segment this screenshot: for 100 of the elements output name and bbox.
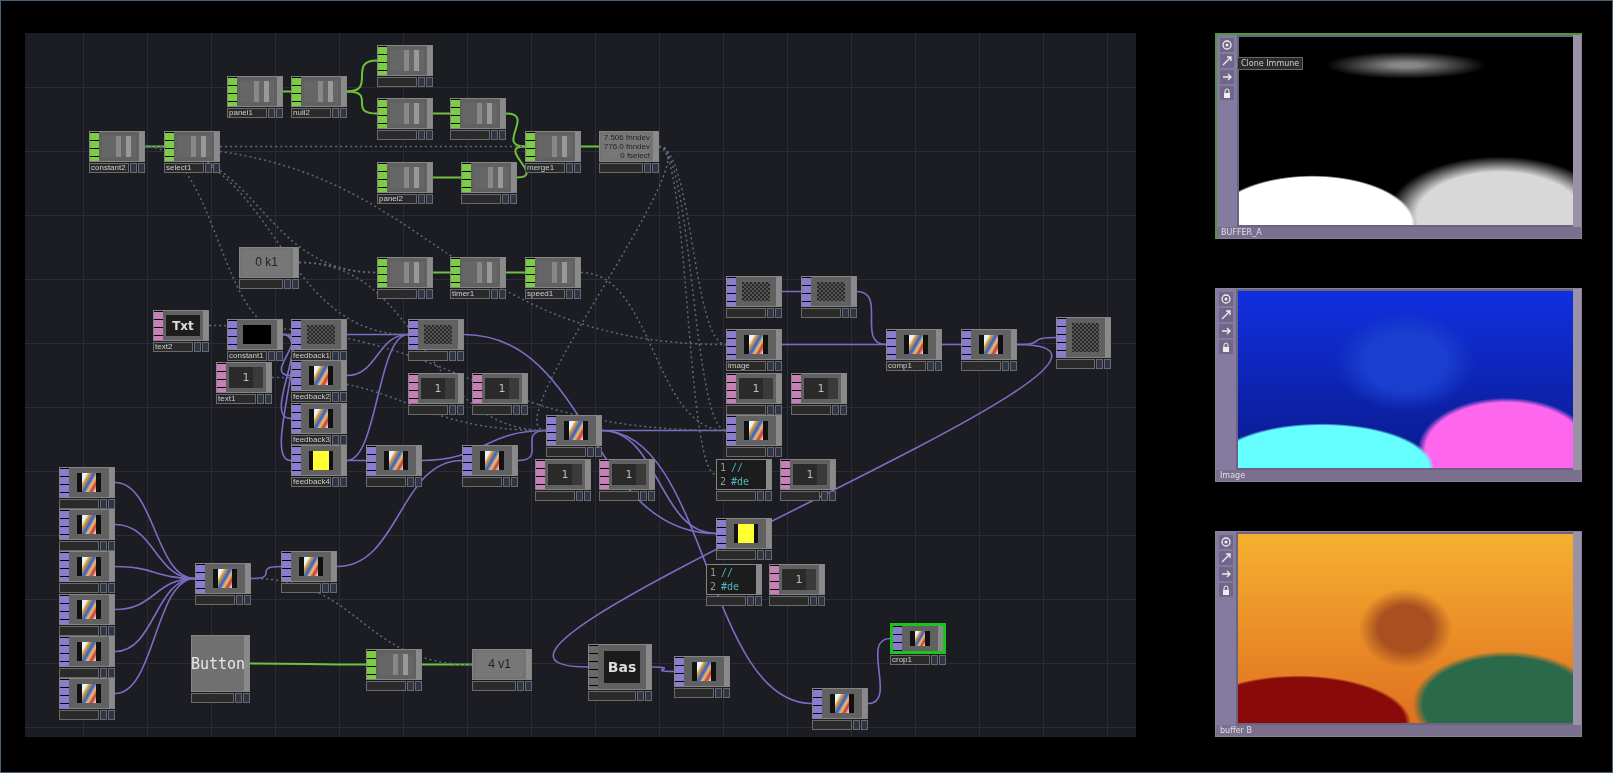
operator-node[interactable] [59, 636, 115, 667]
operator-node[interactable] [462, 445, 518, 476]
node-name-field[interactable] [461, 194, 501, 204]
operator-node[interactable] [377, 98, 433, 129]
node-name-field[interactable]: feedback4 [291, 477, 331, 487]
operator-node[interactable] [291, 445, 347, 476]
operator-node[interactable]: 1 // 2 #de [716, 459, 772, 490]
right-arrow-icon[interactable] [1219, 567, 1233, 581]
node-name-field[interactable] [377, 77, 417, 87]
node-name-field[interactable] [599, 163, 643, 173]
operator-node[interactable] [366, 445, 422, 476]
node-name-field[interactable] [191, 693, 234, 703]
node-name-field[interactable]: comp1 [886, 361, 926, 371]
operator-node[interactable]: 1 [408, 373, 464, 404]
node-name-field[interactable] [726, 308, 766, 318]
operator-node[interactable] [801, 276, 857, 307]
node-name-field[interactable]: constant2 [89, 163, 129, 173]
node-name-field[interactable] [706, 596, 746, 606]
operator-node[interactable]: 1 [535, 459, 591, 490]
operator-node[interactable] [886, 329, 942, 360]
operator-node[interactable] [59, 594, 115, 625]
operator-node[interactable] [59, 551, 115, 582]
operator-node[interactable] [1056, 317, 1111, 358]
operator-node[interactable] [291, 319, 347, 350]
operator-node[interactable] [726, 276, 782, 307]
node-name-field[interactable] [377, 130, 417, 140]
operator-node[interactable] [525, 131, 581, 162]
operator-node[interactable] [461, 162, 517, 193]
node-name-field[interactable] [599, 491, 639, 501]
operator-node[interactable] [726, 329, 782, 360]
operator-node[interactable] [726, 415, 782, 446]
node-name-field[interactable] [546, 447, 586, 457]
lock-icon[interactable] [1219, 340, 1233, 354]
node-name-field[interactable]: image [726, 361, 766, 371]
node-name-field[interactable] [377, 289, 417, 299]
operator-node[interactable] [812, 688, 868, 719]
node-name-field[interactable]: panel1 [227, 108, 267, 118]
node-name-field[interactable] [59, 499, 99, 509]
operator-node[interactable]: 1 // 2 #de [706, 564, 762, 595]
node-name-field[interactable] [239, 279, 283, 289]
node-name-field[interactable] [961, 361, 1001, 371]
node-name-field[interactable] [726, 447, 766, 457]
node-name-field[interactable] [780, 491, 820, 501]
node-name-field[interactable]: panel2 [377, 194, 417, 204]
operator-node[interactable]: 0 k1 [239, 247, 299, 278]
operator-node[interactable] [291, 403, 347, 434]
node-name-field[interactable] [462, 477, 502, 487]
operator-node[interactable]: 1 [791, 373, 847, 404]
operator-node[interactable] [89, 131, 145, 162]
node-name-field[interactable] [472, 681, 516, 691]
circle-icon[interactable] [1219, 292, 1233, 306]
node-name-field[interactable] [281, 583, 321, 593]
node-name-field[interactable] [472, 405, 512, 415]
node-name-field[interactable]: text2 [153, 342, 193, 352]
operator-node[interactable]: 1 [780, 459, 836, 490]
operator-node[interactable] [59, 678, 115, 709]
operator-node[interactable] [377, 162, 433, 193]
operator-node[interactable] [525, 257, 581, 288]
operator-node[interactable] [377, 257, 433, 288]
operator-node[interactable] [890, 623, 946, 654]
node-name-field[interactable] [1056, 359, 1095, 369]
node-name-field[interactable] [716, 491, 756, 501]
operator-node[interactable] [291, 360, 347, 391]
operator-node[interactable] [281, 551, 337, 582]
operator-node[interactable] [546, 415, 602, 446]
node-name-field[interactable] [366, 477, 406, 487]
node-name-field[interactable] [408, 405, 448, 415]
operator-node[interactable] [227, 76, 283, 107]
node-name-field[interactable]: speed1 [525, 289, 565, 299]
node-name-field[interactable] [59, 541, 99, 551]
operator-node[interactable] [450, 257, 506, 288]
lock-icon[interactable] [1220, 86, 1234, 100]
node-name-field[interactable] [59, 668, 99, 678]
operator-node[interactable] [450, 98, 506, 129]
node-name-field[interactable]: null2 [291, 108, 331, 118]
node-name-field[interactable] [535, 491, 575, 501]
diagonal-arrow-icon[interactable] [1219, 308, 1233, 322]
node-name-field[interactable] [195, 595, 235, 605]
operator-node[interactable]: 1 [599, 459, 655, 490]
operator-node[interactable]: 1 [472, 373, 528, 404]
circle-icon[interactable] [1220, 38, 1234, 52]
node-name-field[interactable]: text1 [216, 394, 256, 404]
node-name-field[interactable] [674, 688, 714, 698]
node-name-field[interactable]: merge1 [525, 163, 565, 173]
operator-node[interactable]: 1 [726, 373, 782, 404]
node-name-field[interactable]: constant1 [227, 351, 267, 361]
node-name-field[interactable] [588, 691, 636, 701]
operator-node[interactable] [59, 467, 115, 498]
node-name-field[interactable] [726, 405, 766, 415]
right-arrow-icon[interactable] [1219, 324, 1233, 338]
operator-node[interactable] [59, 509, 115, 540]
right-arrow-icon[interactable] [1220, 70, 1234, 84]
operator-node[interactable]: Bas [588, 644, 652, 690]
operator-node[interactable]: Txt [153, 310, 209, 341]
diagonal-arrow-icon[interactable] [1220, 54, 1234, 68]
operator-node[interactable] [366, 649, 422, 680]
operator-node[interactable]: 1 [769, 564, 825, 595]
operator-node[interactable] [408, 319, 464, 350]
circle-icon[interactable] [1219, 535, 1233, 549]
node-name-field[interactable] [801, 308, 841, 318]
